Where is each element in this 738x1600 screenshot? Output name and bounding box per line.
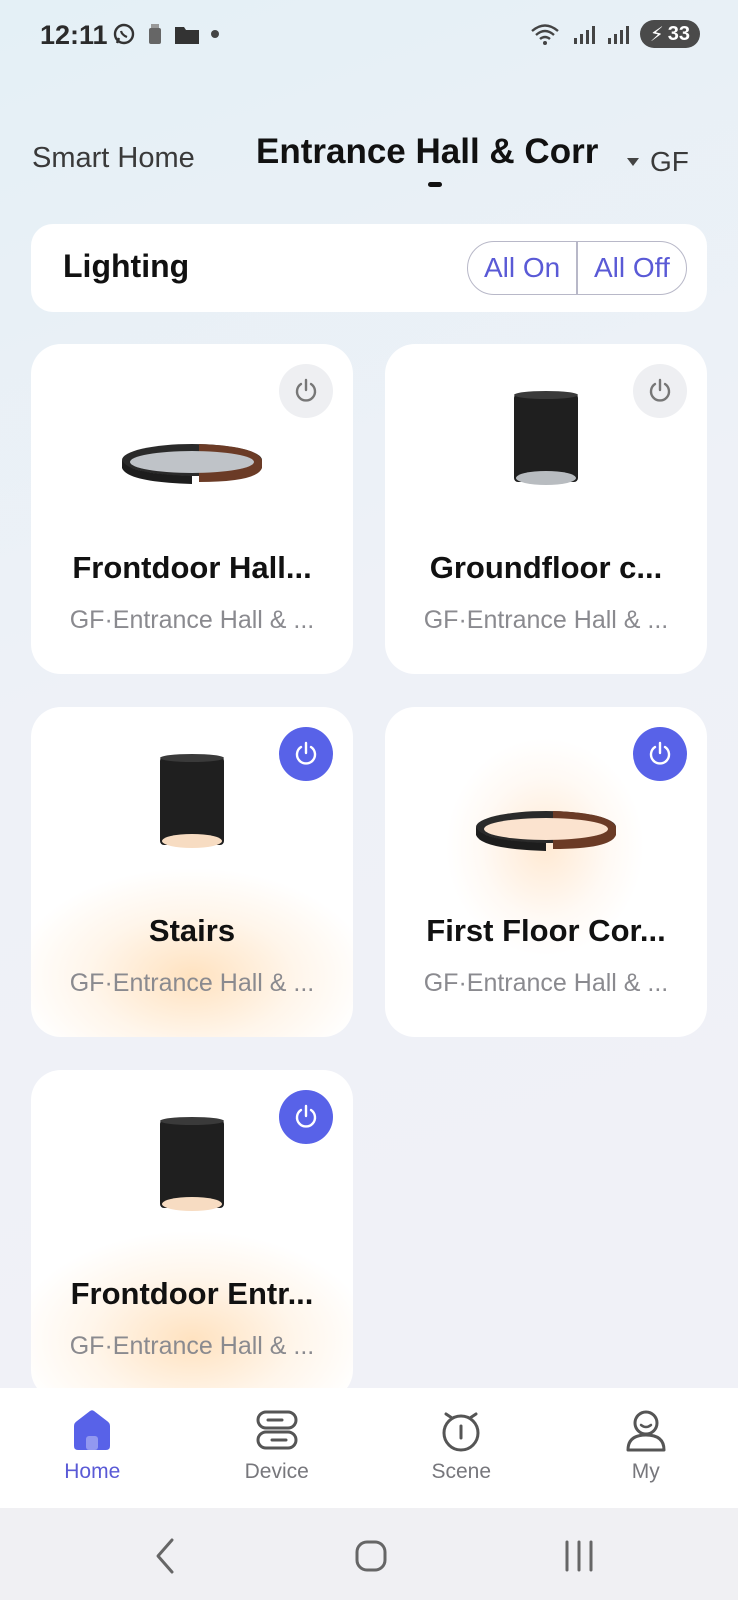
back-icon[interactable] <box>150 1536 180 1576</box>
nav-home[interactable]: Home <box>0 1388 185 1508</box>
profile-icon <box>626 1410 666 1452</box>
device-name: Frontdoor Hall... <box>72 550 312 585</box>
device-name: Groundfloor c... <box>429 550 663 585</box>
device-location: GF·Entrance Hall & ... <box>423 969 669 997</box>
device-location: GF·Entrance Hall & ... <box>69 606 315 634</box>
all-toggle-group: All On All Off <box>467 241 687 295</box>
whatsapp-icon <box>113 23 135 45</box>
device-name: First Floor Cor... <box>426 913 666 948</box>
status-bar: 12:11 ⚡ 33 <box>0 0 738 70</box>
all-on-button[interactable]: All On <box>468 242 576 294</box>
device-card[interactable]: Stairs GF·Entrance Hall & ... <box>31 707 353 1037</box>
light-glow <box>31 867 353 1037</box>
home-icon <box>74 1410 111 1450</box>
device-name: Frontdoor Entr... <box>70 1276 314 1311</box>
lighting-bar: Lighting All On All Off <box>31 224 707 312</box>
device-icon <box>256 1410 298 1450</box>
battery-indicator: ⚡ 33 <box>639 20 700 48</box>
ceiling-cylinder-light-image <box>160 754 224 848</box>
ceiling-cylinder-light-image <box>160 1117 224 1211</box>
device-card[interactable]: Frontdoor Hall... GF·Entrance Hall & ... <box>31 344 353 674</box>
nav-scene-label: Scene <box>431 1460 492 1483</box>
device-name: Stairs <box>148 913 236 948</box>
recent-apps-icon[interactable] <box>562 1536 596 1576</box>
floor-label: GF <box>650 146 689 177</box>
power-toggle-button[interactable] <box>633 727 687 781</box>
status-time: 12:11 <box>40 20 108 50</box>
nav-my-label: My <box>631 1460 660 1483</box>
wifi-icon <box>530 24 559 45</box>
nav-device[interactable]: Device <box>185 1388 370 1508</box>
caret-down-icon <box>627 158 639 166</box>
nav-home-label: Home <box>64 1460 121 1483</box>
power-icon <box>295 378 317 402</box>
dot-icon <box>211 30 219 38</box>
power-icon <box>295 741 317 765</box>
active-tab-indicator <box>428 182 442 187</box>
nav-device-label: Device <box>244 1460 309 1483</box>
signal-icon-2 <box>607 26 629 44</box>
device-location: GF·Entrance Hall & ... <box>69 1332 315 1360</box>
power-toggle-button[interactable] <box>279 727 333 781</box>
bottom-nav: Home Device Scene My <box>0 1388 738 1508</box>
system-status-icons: ⚡ 33 <box>530 20 700 48</box>
nav-scene[interactable]: Scene <box>369 1388 554 1508</box>
tab-room-entrance-hall[interactable]: Entrance Hall & Corr <box>256 132 604 172</box>
power-icon <box>649 378 671 402</box>
tab-smart-home[interactable]: Smart Home <box>32 142 195 175</box>
lighting-title: Lighting <box>63 248 190 284</box>
device-card[interactable]: Groundfloor c... GF·Entrance Hall & ... <box>385 344 707 674</box>
signal-icon <box>573 26 595 44</box>
light-glow <box>31 1230 353 1400</box>
ceiling-ring-light-image <box>122 444 262 484</box>
device-card[interactable]: Frontdoor Entr... GF·Entrance Hall & ... <box>31 1070 353 1400</box>
floor-selector[interactable]: GF <box>626 146 689 178</box>
device-card[interactable]: First Floor Cor... GF·Entrance Hall & ..… <box>385 707 707 1037</box>
ceiling-ring-light-image <box>476 811 616 851</box>
nav-my[interactable]: My <box>554 1388 738 1508</box>
ceiling-cylinder-light-image <box>514 391 578 485</box>
scene-icon <box>442 1412 480 1452</box>
power-toggle-button[interactable] <box>633 364 687 418</box>
power-toggle-button[interactable] <box>279 364 333 418</box>
device-location: GF·Entrance Hall & ... <box>69 969 315 997</box>
power-icon <box>649 741 671 765</box>
power-icon <box>295 1104 317 1128</box>
home-button-icon[interactable] <box>354 1536 388 1576</box>
all-off-button[interactable]: All Off <box>578 242 686 294</box>
cleaner-app-icon <box>149 24 161 44</box>
folder-icon <box>175 27 199 44</box>
power-toggle-button[interactable] <box>279 1090 333 1144</box>
notification-icons <box>112 22 220 46</box>
header-tabs: Smart Home Entrance Hall & Corr GF <box>0 130 738 200</box>
device-location: GF·Entrance Hall & ... <box>423 606 669 634</box>
system-nav-bar <box>0 1508 738 1600</box>
charging-icon: ⚡ <box>649 23 664 46</box>
battery-level: 33 <box>667 22 690 45</box>
